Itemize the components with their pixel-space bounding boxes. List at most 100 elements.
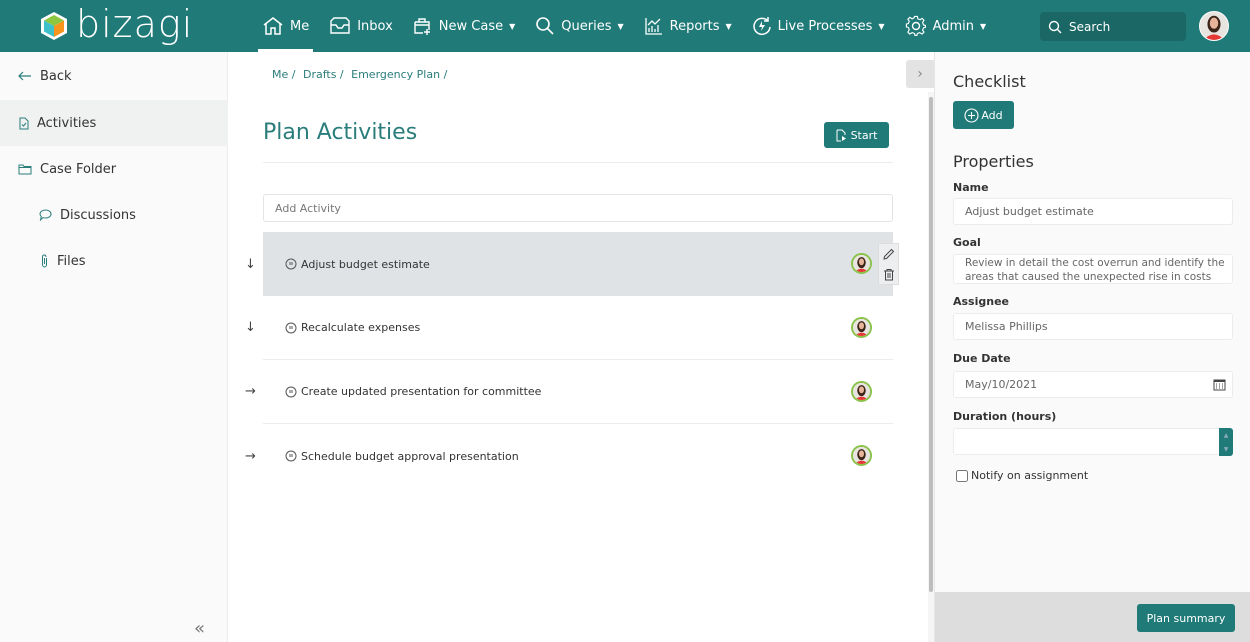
- assignee-field[interactable]: Melissa Phillips: [953, 313, 1233, 340]
- add-activity-input[interactable]: [263, 194, 893, 222]
- caret-down-icon: ▼: [878, 21, 885, 31]
- nav-label: New Case: [438, 18, 504, 34]
- name-field[interactable]: Adjust budget estimate: [953, 198, 1233, 225]
- main-content: Me / Drafts / Emergency Plan / Plan Acti…: [229, 52, 934, 642]
- logo-text: bizagi: [76, 2, 194, 46]
- decrement-icon[interactable]: ▼: [1224, 446, 1229, 453]
- paperclip-icon: [42, 254, 47, 268]
- due-date-label: Due Date: [953, 352, 1011, 365]
- checklist-title: Checklist: [953, 72, 1026, 91]
- search-icon: [536, 17, 554, 35]
- caret-down-icon: ▼: [725, 21, 732, 31]
- breadcrumb-drafts[interactable]: Drafts /: [303, 68, 344, 81]
- avatar-photo-icon: [853, 383, 870, 400]
- nav-label: Queries: [561, 18, 612, 34]
- sidebar-item-activities[interactable]: Activities: [0, 100, 228, 146]
- caret-down-icon: ▼: [509, 21, 516, 31]
- activity-row[interactable]: ↓ Adjust budget estimate: [245, 232, 893, 296]
- breadcrumb-me[interactable]: Me /: [272, 68, 295, 81]
- sidebar-item-label: Files: [57, 253, 86, 269]
- plan-summary-button[interactable]: Plan summary: [1137, 604, 1235, 632]
- top-nav-bar: bizagi Me Inbox New Case ▼ Queries ▼ Rep…: [0, 0, 1250, 52]
- arrow-down-icon: ↓: [245, 320, 256, 335]
- nav-label: Reports: [669, 18, 720, 34]
- add-checklist-button[interactable]: Add: [953, 101, 1014, 129]
- breadcrumb-emergency-plan[interactable]: Emergency Plan /: [351, 68, 447, 81]
- nav-label: Live Processes: [777, 18, 873, 34]
- notify-checkbox[interactable]: [956, 469, 968, 482]
- notify-option[interactable]: Notify on assignment: [956, 469, 1088, 482]
- sidebar-item-case-folder[interactable]: Case Folder: [0, 146, 228, 192]
- goal-label: Goal: [953, 236, 981, 249]
- bizagi-logo[interactable]: bizagi: [40, 5, 193, 47]
- name-label: Name: [953, 181, 989, 194]
- duration-field[interactable]: ▲ ▼: [953, 428, 1233, 456]
- activity-row[interactable]: ↓ Recalculate expenses: [245, 296, 893, 360]
- assignee-avatar[interactable]: [851, 381, 872, 402]
- due-date-field[interactable]: May/10/2021: [953, 371, 1233, 398]
- scrollbar-thumb[interactable]: [929, 97, 933, 592]
- sidebar-item-label: Back: [40, 68, 72, 84]
- toggle-panel-button[interactable]: ›: [906, 60, 934, 88]
- sidebar-item-label: Case Folder: [40, 161, 117, 177]
- new-case-icon: [414, 18, 430, 35]
- search-placeholder: Search: [1069, 19, 1111, 34]
- caret-down-icon: ▼: [980, 21, 987, 31]
- start-button[interactable]: Start: [824, 122, 889, 148]
- reports-icon: [644, 18, 662, 35]
- main-nav: Me Inbox New Case ▼ Queries ▼ Reports ▼ …: [258, 0, 1002, 52]
- avatar-photo-icon: [853, 319, 870, 336]
- activity-name: Create updated presentation for committe…: [301, 385, 542, 398]
- nav-reports[interactable]: Reports ▼: [640, 0, 736, 52]
- caret-down-icon: ▼: [617, 21, 624, 31]
- nav-admin[interactable]: Admin ▼: [901, 0, 991, 52]
- nav-label: Admin: [932, 18, 975, 34]
- assignee-avatar[interactable]: [851, 445, 872, 466]
- arrow-left-icon: [18, 71, 31, 81]
- nav-queries[interactable]: Queries ▼: [531, 0, 627, 52]
- nav-new-case[interactable]: New Case ▼: [409, 0, 519, 52]
- user-avatar[interactable]: [1199, 11, 1229, 41]
- activity-name: Recalculate expenses: [301, 321, 421, 334]
- divider: [263, 162, 893, 163]
- assignee-avatar[interactable]: [851, 317, 872, 338]
- sidebar-item-back[interactable]: Back: [0, 53, 228, 99]
- plus-circle-icon: [964, 107, 979, 123]
- sidebar-item-discussions[interactable]: Discussions: [0, 192, 228, 238]
- trash-icon[interactable]: [883, 268, 895, 281]
- bizagi-logo-icon: [41, 12, 67, 40]
- inbox-icon: [330, 17, 350, 34]
- goal-field[interactable]: Review in detail the cost overrun and id…: [953, 254, 1233, 284]
- increment-icon[interactable]: ▲: [1224, 432, 1229, 439]
- notify-label: Notify on assignment: [971, 469, 1089, 482]
- collapse-sidebar-icon[interactable]: «: [194, 618, 205, 639]
- sidebar-item-files[interactable]: Files: [0, 238, 228, 284]
- panel-footer: Plan summary: [935, 592, 1250, 642]
- global-search[interactable]: Search: [1040, 12, 1186, 41]
- duration-label: Duration (hours): [953, 410, 1057, 423]
- sidebar: Back Activities Case Folder Discussions …: [0, 52, 228, 642]
- pencil-icon[interactable]: [882, 248, 895, 261]
- sidebar-item-label: Activities: [37, 115, 97, 131]
- chat-bubble-icon: [39, 209, 52, 221]
- activity-row[interactable]: → Schedule budget approval presentation: [245, 424, 893, 488]
- calendar-icon[interactable]: [1213, 378, 1226, 391]
- nav-inbox[interactable]: Inbox: [325, 0, 397, 52]
- avatar-photo-icon: [853, 255, 870, 272]
- nav-label: Inbox: [357, 18, 393, 34]
- nav-live-processes[interactable]: Live Processes ▼: [748, 0, 889, 52]
- activity-row[interactable]: → Create updated presentation for commit…: [245, 360, 893, 424]
- duration-stepper[interactable]: ▲ ▼: [1219, 428, 1233, 456]
- chevron-right-icon: ›: [917, 66, 923, 82]
- pause-status-icon: [285, 322, 297, 333]
- pause-status-icon: [285, 450, 297, 462]
- properties-panel: Checklist Add Properties Name Adjust bud…: [934, 52, 1250, 642]
- avatar-photo-icon: [853, 447, 870, 464]
- assignee-avatar[interactable]: [851, 253, 872, 274]
- pause-status-icon: [285, 258, 297, 270]
- breadcrumb: Me / Drafts / Emergency Plan /: [272, 68, 451, 81]
- activity-name: Schedule budget approval presentation: [301, 449, 519, 463]
- document-check-icon: [19, 117, 29, 129]
- nav-me[interactable]: Me: [258, 0, 314, 52]
- folder-icon: [18, 164, 32, 174]
